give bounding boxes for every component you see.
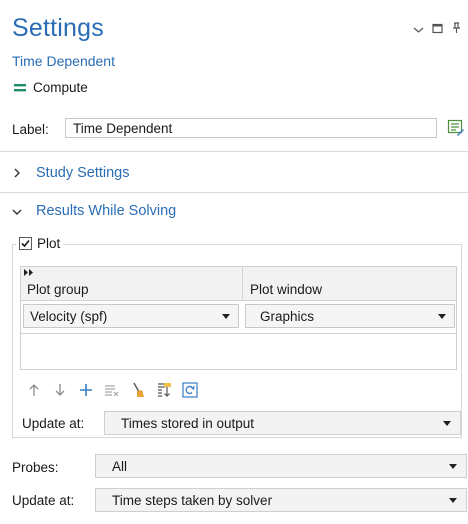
- column-header-plot-window[interactable]: Plot window: [243, 267, 456, 301]
- expand-columns-icon[interactable]: [24, 269, 34, 278]
- compute-icon: [14, 83, 26, 93]
- clear-icon[interactable]: [130, 382, 146, 398]
- plot-checkbox-label: Plot: [37, 236, 61, 251]
- plot-group-select[interactable]: Velocity (spf): [23, 304, 239, 328]
- chevron-right-icon: [12, 166, 22, 181]
- plot-window-select[interactable]: Graphics: [245, 304, 455, 328]
- section-title: Results While Solving: [36, 203, 177, 219]
- chevron-down-icon: [12, 204, 22, 219]
- probes-select[interactable]: All: [95, 454, 467, 478]
- study-step-subtitle: Time Dependent: [12, 53, 115, 69]
- move-up-icon[interactable]: [26, 382, 42, 398]
- plot-checkbox[interactable]: [19, 237, 32, 250]
- plot-table: Plot group Plot window Velocity (spf) Gr…: [20, 266, 457, 370]
- probes-value: All: [112, 459, 128, 474]
- load-from-file-icon[interactable]: [156, 382, 172, 398]
- section-results-while-solving[interactable]: Results While Solving: [12, 203, 176, 219]
- refresh-icon[interactable]: [182, 382, 198, 398]
- plot-table-toolbar: [26, 380, 198, 400]
- dropdown-arrow-icon: [443, 421, 451, 426]
- pin-icon[interactable]: [451, 22, 462, 37]
- section-study-settings[interactable]: Study Settings: [12, 165, 130, 181]
- add-icon[interactable]: [78, 382, 94, 398]
- page-title: Settings: [12, 14, 104, 42]
- plot-update-at-label: Update at:: [22, 416, 85, 431]
- compute-label: Compute: [33, 80, 88, 95]
- dropdown-arrow-icon: [222, 314, 230, 319]
- column-header-plot-group[interactable]: Plot group: [21, 267, 243, 301]
- delete-icon[interactable]: [104, 382, 120, 398]
- section-title: Study Settings: [36, 165, 130, 181]
- probe-update-at-value: Time steps taken by solver: [112, 493, 273, 508]
- label-input[interactable]: [65, 118, 437, 138]
- table-row-divider: [21, 333, 456, 334]
- compute-button[interactable]: Compute: [14, 80, 88, 95]
- label-field-label: Label:: [12, 122, 49, 137]
- divider: [0, 151, 468, 152]
- dropdown-arrow-icon: [449, 498, 457, 503]
- probes-label: Probes:: [12, 460, 59, 475]
- plot-update-at-select[interactable]: Times stored in output: [104, 411, 461, 435]
- window-controls: [413, 22, 462, 37]
- maximize-icon[interactable]: [432, 23, 443, 37]
- dropdown-arrow-icon: [438, 314, 446, 319]
- minimize-icon[interactable]: [413, 23, 424, 37]
- plot-group-value: Velocity (spf): [30, 309, 108, 324]
- edit-node-properties-icon[interactable]: [447, 119, 465, 137]
- plot-checkbox-row[interactable]: Plot: [16, 236, 64, 251]
- column-header-label: Plot window: [250, 282, 323, 297]
- probe-update-at-label: Update at:: [12, 493, 75, 508]
- probe-update-at-select[interactable]: Time steps taken by solver: [95, 488, 467, 512]
- dropdown-arrow-icon: [449, 464, 457, 469]
- move-down-icon[interactable]: [52, 382, 68, 398]
- divider: [0, 192, 468, 193]
- column-header-label: Plot group: [27, 282, 89, 297]
- plot-window-value: Graphics: [260, 309, 315, 324]
- plot-update-at-value: Times stored in output: [121, 416, 255, 431]
